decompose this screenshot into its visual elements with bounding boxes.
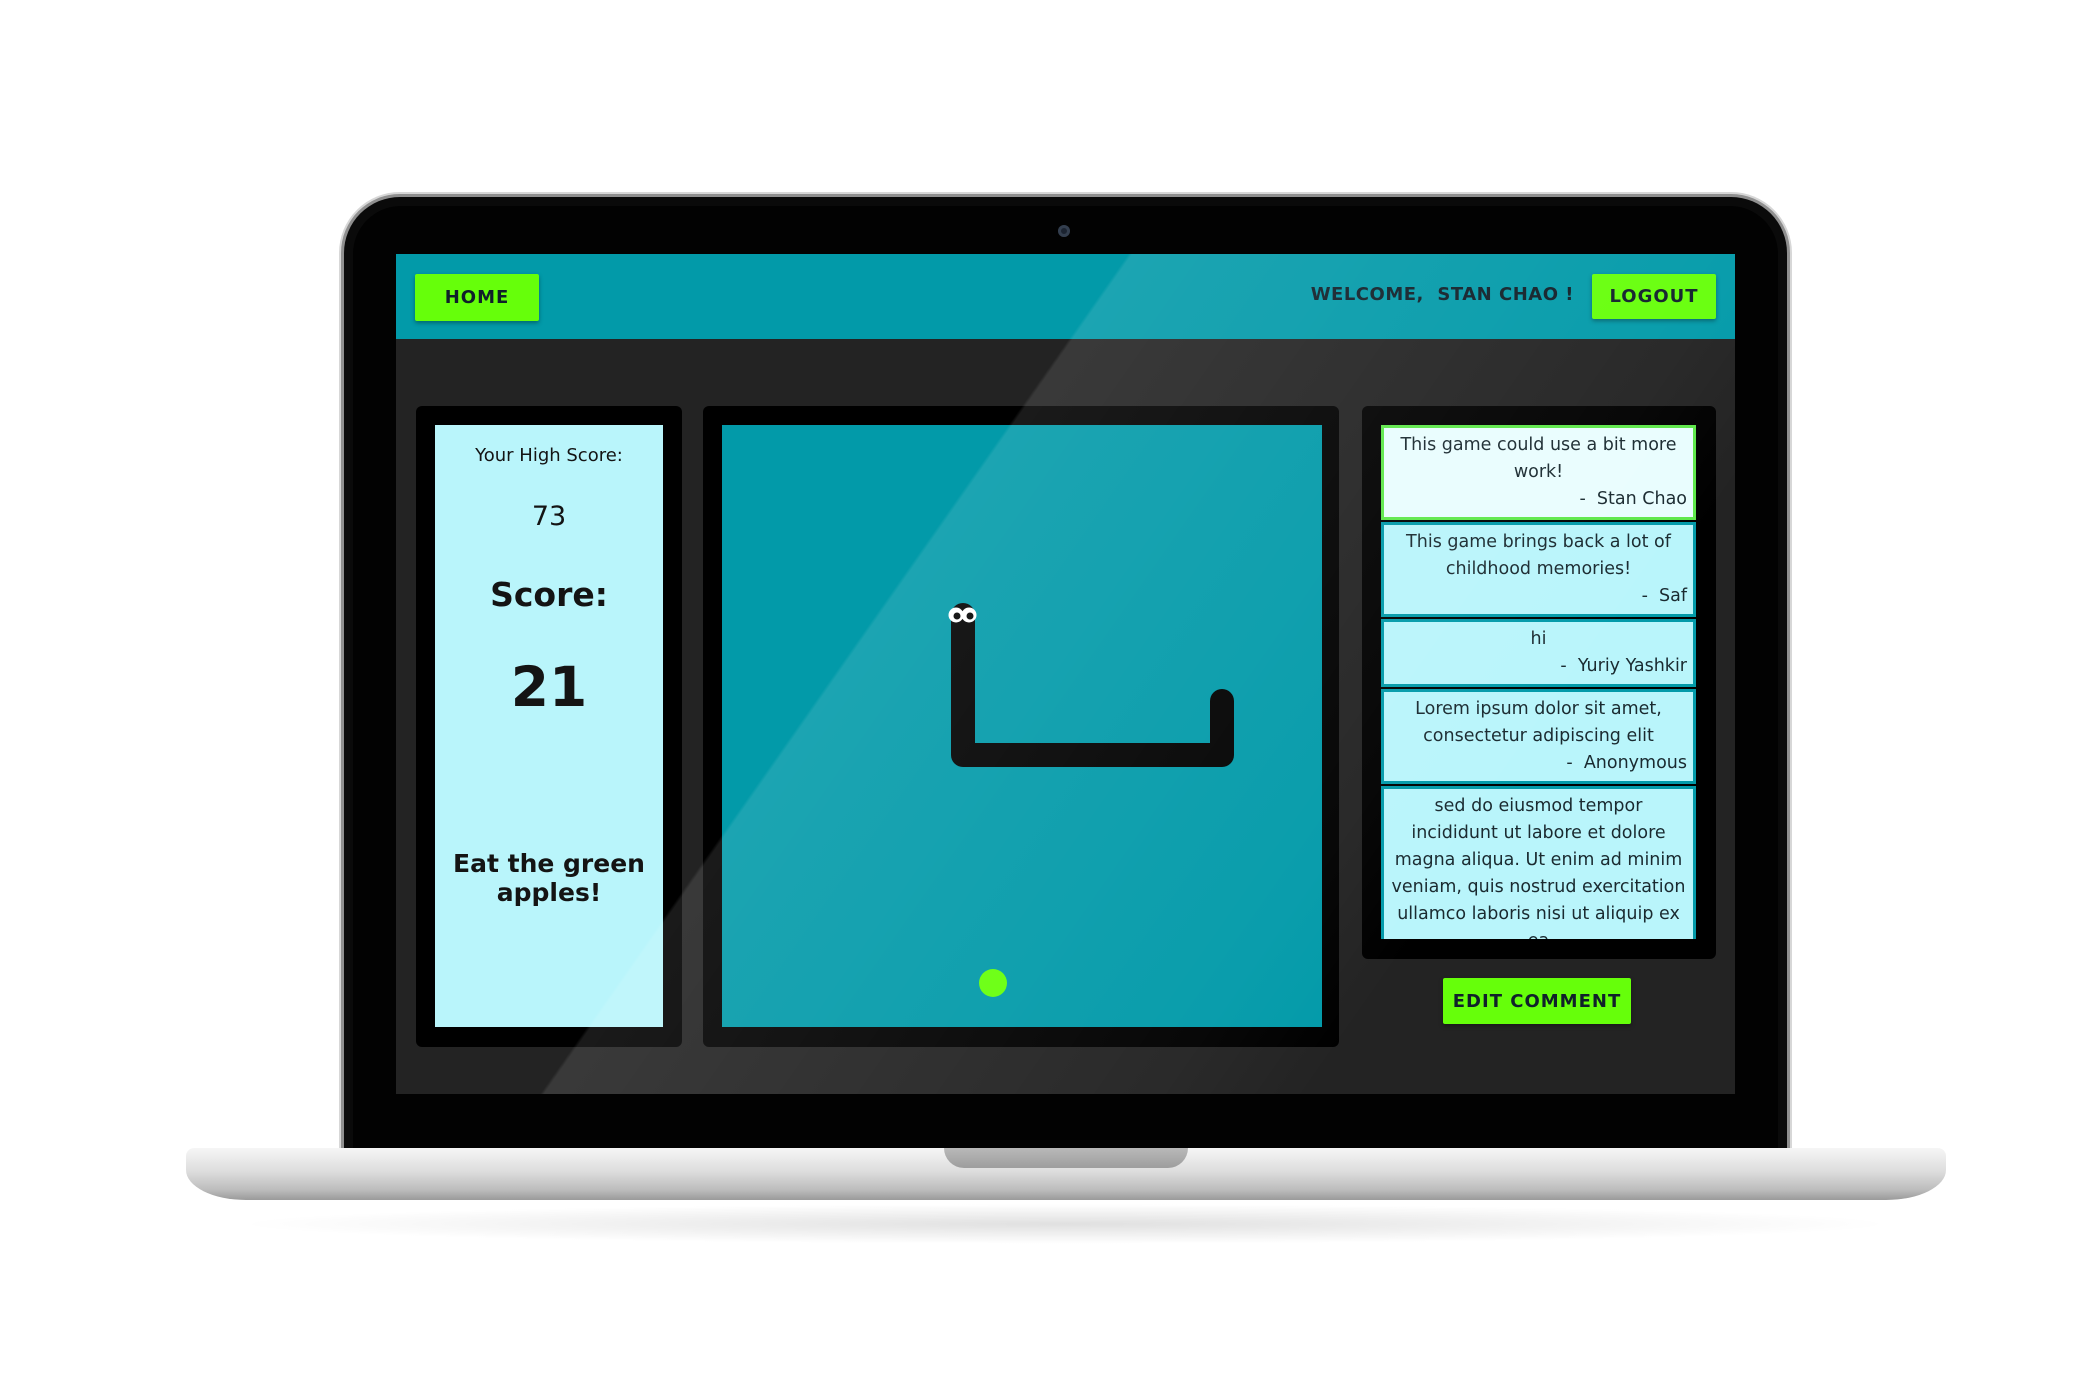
score-panel-frame: Your High Score: 73 Score: 21 Eat the gr…: [416, 406, 682, 1047]
edit-comment-button[interactable]: EDIT COMMENT: [1443, 978, 1631, 1024]
welcome-text: WELCOME, STAN CHAO !: [1310, 284, 1574, 305]
high-score-label: Your High Score:: [475, 445, 623, 466]
comment-text: sed do eiusmod tempor incididunt ut labo…: [1391, 796, 1686, 939]
top-navbar: HOME WELCOME, STAN CHAO ! LOGOUT: [396, 254, 1735, 339]
comment-author: - Saf: [1641, 586, 1687, 606]
comment-item[interactable]: This game could use a bit more work! - S…: [1381, 425, 1696, 520]
comment-author: - Anonymous: [1566, 753, 1687, 773]
comments-list[interactable]: This game could use a bit more work! - S…: [1381, 425, 1696, 939]
comments-panel-frame: This game could use a bit more work! - S…: [1362, 406, 1716, 959]
score-value: 21: [510, 655, 588, 719]
comment-item[interactable]: Lorem ipsum dolor sit amet, consectetur …: [1381, 689, 1696, 784]
game-board-frame: [703, 406, 1339, 1047]
comment-item[interactable]: sed do eiusmod tempor incididunt ut labo…: [1381, 786, 1696, 939]
laptop-shadow: [230, 1204, 1900, 1244]
device-mockup: HOME WELCOME, STAN CHAO ! LOGOUT Your Hi…: [0, 0, 2100, 1400]
comment-item[interactable]: hi - Yuriy Yashkir: [1381, 619, 1696, 687]
apple-icon: [979, 969, 1007, 997]
logout-button[interactable]: LOGOUT: [1592, 274, 1716, 319]
score-label: Score:: [490, 575, 608, 614]
comment-text: This game could use a bit more work!: [1400, 435, 1677, 482]
laptop-notch: [944, 1148, 1188, 1168]
home-button[interactable]: HOME: [415, 274, 539, 321]
camera-icon: [1058, 225, 1070, 237]
high-score-value: 73: [531, 501, 567, 532]
comment-text: Lorem ipsum dolor sit amet, consectetur …: [1415, 699, 1662, 746]
snake-body: [951, 603, 1234, 767]
game-board[interactable]: [722, 425, 1322, 1027]
app-screen: HOME WELCOME, STAN CHAO ! LOGOUT Your Hi…: [396, 254, 1735, 1094]
hint-text: Eat the green apples!: [453, 849, 645, 907]
comment-text: This game brings back a lot of childhood…: [1406, 532, 1671, 579]
comment-author: - Yuriy Yashkir: [1560, 656, 1687, 676]
comment-item[interactable]: This game brings back a lot of childhood…: [1381, 522, 1696, 617]
score-panel: Your High Score: 73 Score: 21 Eat the gr…: [435, 425, 663, 1027]
game-canvas: [948, 603, 1234, 997]
comment-author: - Stan Chao: [1579, 489, 1687, 509]
comment-text: hi: [1530, 629, 1547, 649]
